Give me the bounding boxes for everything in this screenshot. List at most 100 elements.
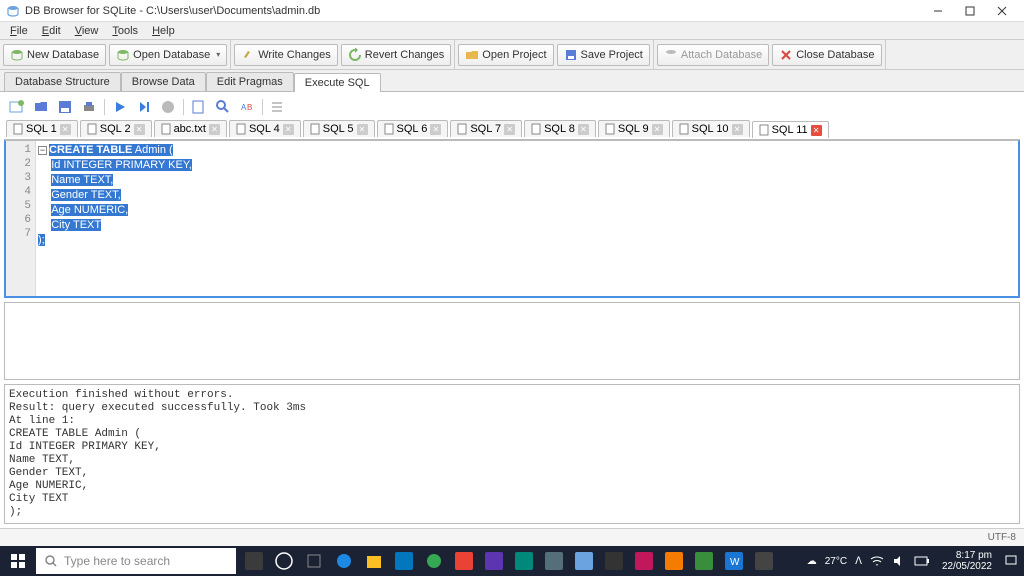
page-icon: [161, 123, 171, 135]
save-results-icon[interactable]: [190, 98, 208, 116]
sql-tab[interactable]: SQL 7✕: [450, 120, 522, 137]
menu-tools[interactable]: Tools: [106, 24, 144, 38]
svg-text:W: W: [730, 557, 740, 568]
page-icon: [310, 123, 320, 135]
close-button[interactable]: [986, 1, 1018, 21]
battery-icon[interactable]: [914, 556, 930, 566]
pinned-app[interactable]: [570, 547, 598, 575]
close-database-button[interactable]: Close Database: [772, 44, 881, 66]
new-database-button[interactable]: New Database: [3, 44, 106, 66]
execute-line-icon[interactable]: [135, 98, 153, 116]
pinned-app[interactable]: [600, 547, 628, 575]
close-tab-icon[interactable]: ✕: [652, 124, 663, 135]
sql-tabs: SQL 1✕SQL 2✕abc.txt✕SQL 4✕SQL 5✕SQL 6✕SQ…: [4, 118, 1020, 140]
close-tab-icon[interactable]: ✕: [283, 124, 294, 135]
sql-tab[interactable]: SQL 5✕: [303, 120, 375, 137]
close-tab-icon[interactable]: ✕: [504, 124, 515, 135]
attach-database-button[interactable]: Attach Database: [657, 44, 769, 66]
pinned-app[interactable]: [390, 547, 418, 575]
stop-icon[interactable]: [159, 98, 177, 116]
close-tab-icon[interactable]: ✕: [430, 124, 441, 135]
close-tab-icon[interactable]: ✕: [811, 125, 822, 136]
pinned-app[interactable]: [480, 547, 508, 575]
save-project-button[interactable]: Save Project: [557, 44, 650, 66]
save-icon[interactable]: [56, 98, 74, 116]
pinned-app[interactable]: [750, 547, 778, 575]
pinned-app[interactable]: [240, 547, 268, 575]
close-tab-icon[interactable]: ✕: [578, 124, 589, 135]
weather-icon[interactable]: ☁: [807, 556, 817, 567]
tray-chevron-icon[interactable]: ᐱ: [855, 556, 862, 567]
indent-icon[interactable]: [269, 98, 287, 116]
start-button[interactable]: [0, 546, 36, 576]
pinned-app[interactable]: [690, 547, 718, 575]
page-icon: [679, 123, 689, 135]
sql-tab[interactable]: SQL 9✕: [598, 120, 670, 137]
line-gutter: 1234567: [6, 141, 36, 296]
tab-execute-sql[interactable]: Execute SQL: [294, 73, 381, 92]
notifications-icon[interactable]: [1004, 554, 1018, 568]
tab-database-structure[interactable]: Database Structure: [4, 72, 121, 91]
new-tab-icon[interactable]: [8, 98, 26, 116]
wifi-icon[interactable]: [870, 555, 884, 567]
pinned-app[interactable]: [420, 547, 448, 575]
menu-help[interactable]: Help: [146, 24, 181, 38]
tab-edit-pragmas[interactable]: Edit Pragmas: [206, 72, 294, 91]
close-tab-icon[interactable]: ✕: [134, 124, 145, 135]
tab-browse-data[interactable]: Browse Data: [121, 72, 206, 91]
maximize-button[interactable]: [954, 1, 986, 21]
menu-view[interactable]: View: [69, 24, 105, 38]
pinned-app[interactable]: [450, 547, 478, 575]
pinned-app[interactable]: [660, 547, 688, 575]
close-tab-icon[interactable]: ✕: [60, 124, 71, 135]
sql-editor[interactable]: 1234567 −CREATE TABLE Admin ( Id INTEGER…: [4, 140, 1020, 298]
sql-tab[interactable]: SQL 4✕: [229, 120, 301, 137]
find-icon[interactable]: [214, 98, 232, 116]
clock[interactable]: 8:17 pm 22/05/2022: [938, 550, 996, 572]
sql-tab-label: SQL 11: [772, 124, 808, 136]
close-tab-icon[interactable]: ✕: [209, 124, 220, 135]
minimize-button[interactable]: [922, 1, 954, 21]
taskbar-search[interactable]: Type here to search: [36, 548, 236, 574]
pinned-app[interactable]: [630, 547, 658, 575]
pinned-app[interactable]: [540, 547, 568, 575]
sql-tab[interactable]: SQL 10✕: [672, 120, 750, 137]
sql-tab[interactable]: SQL 6✕: [377, 120, 449, 137]
page-icon: [531, 123, 541, 135]
open-project-button[interactable]: Open Project: [458, 44, 553, 66]
execute-icon[interactable]: [111, 98, 129, 116]
revert-changes-button[interactable]: Revert Changes: [341, 44, 452, 66]
print-icon[interactable]: [80, 98, 98, 116]
sql-tab[interactable]: SQL 1✕: [6, 120, 78, 137]
pinned-app[interactable]: [360, 547, 388, 575]
pinned-app[interactable]: W: [720, 547, 748, 575]
close-tab-icon[interactable]: ✕: [732, 124, 743, 135]
pinned-app[interactable]: [270, 547, 298, 575]
weather-temp[interactable]: 27°C: [825, 556, 847, 567]
page-icon: [236, 123, 246, 135]
sql-tab[interactable]: abc.txt✕: [154, 120, 227, 137]
open-file-icon[interactable]: [32, 98, 50, 116]
write-changes-button[interactable]: Write Changes: [234, 44, 338, 66]
menu-file[interactable]: File: [4, 24, 34, 38]
taskbar-pinned: W: [236, 547, 801, 575]
menu-edit[interactable]: Edit: [36, 24, 67, 38]
main-area: AB SQL 1✕SQL 2✕abc.txt✕SQL 4✕SQL 5✕SQL 6…: [0, 92, 1024, 528]
sql-tab-label: SQL 5: [323, 123, 354, 135]
pinned-app[interactable]: [300, 547, 328, 575]
sql-tab[interactable]: SQL 11✕: [752, 121, 829, 138]
sql-tab[interactable]: SQL 8✕: [524, 120, 596, 137]
sql-tab[interactable]: SQL 2✕: [80, 120, 152, 137]
pinned-app[interactable]: [330, 547, 358, 575]
close-tab-icon[interactable]: ✕: [357, 124, 368, 135]
find-replace-icon[interactable]: AB: [238, 98, 256, 116]
sql-tab-label: SQL 6: [397, 123, 428, 135]
pinned-app[interactable]: [510, 547, 538, 575]
open-database-button[interactable]: Open Database: [109, 44, 227, 66]
sql-tab-label: SQL 1: [26, 123, 57, 135]
volume-icon[interactable]: [892, 555, 906, 567]
sql-tab-label: SQL 4: [249, 123, 280, 135]
sql-code[interactable]: −CREATE TABLE Admin ( Id INTEGER PRIMARY…: [36, 141, 1018, 296]
page-icon: [605, 123, 615, 135]
menubar: File Edit View Tools Help: [0, 22, 1024, 40]
